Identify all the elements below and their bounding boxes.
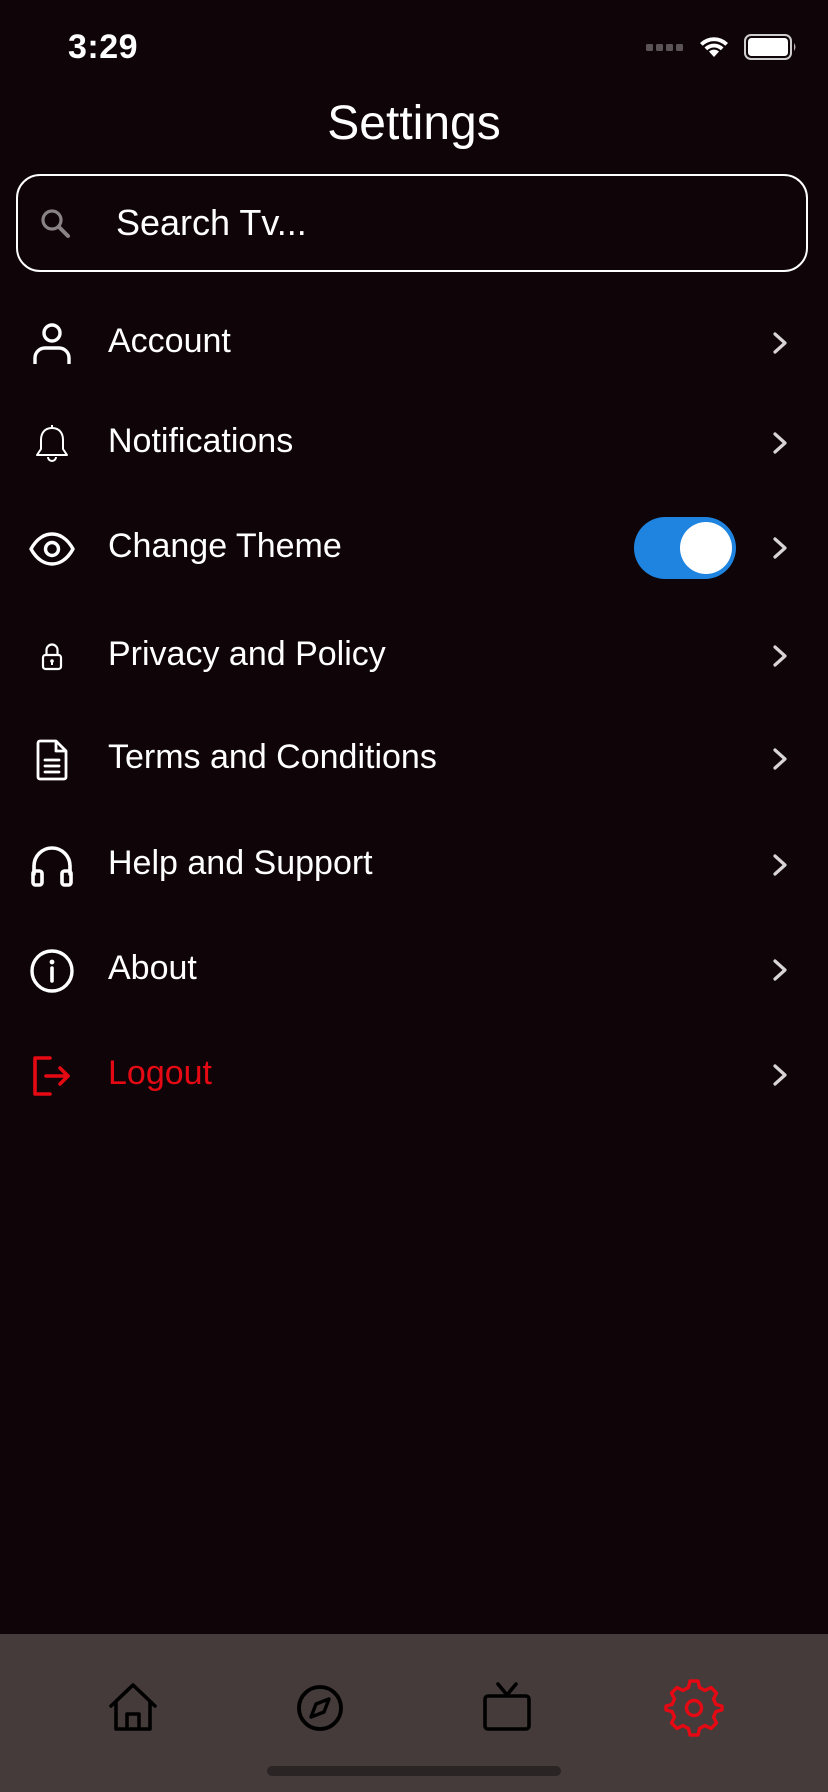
- chevron-right-icon: [773, 854, 787, 876]
- home-icon[interactable]: [103, 1678, 163, 1738]
- info-icon: [30, 949, 74, 993]
- settings-item-help-support[interactable]: Help and Support: [0, 814, 828, 914]
- settings-item-label: Change Theme: [108, 527, 342, 565]
- cellular-signal-icon: [646, 44, 683, 51]
- document-icon: [36, 739, 68, 781]
- gear-icon[interactable]: [664, 1678, 724, 1738]
- lock-icon: [41, 643, 63, 671]
- settings-item-notifications[interactable]: Notifications: [0, 392, 828, 492]
- bell-icon: [36, 425, 68, 462]
- chevron-right-icon: [773, 432, 787, 454]
- page-title: Settings: [327, 97, 501, 150]
- search-box[interactable]: [16, 174, 808, 272]
- chevron-right-icon: [773, 959, 787, 981]
- status-time: 3:29: [68, 28, 139, 66]
- chevron-right-icon: [773, 1064, 787, 1086]
- settings-item-label: Help and Support: [108, 844, 373, 882]
- settings-item-logout[interactable]: Logout: [0, 1024, 828, 1124]
- search-input[interactable]: [98, 190, 796, 256]
- status-icons: [646, 34, 798, 60]
- settings-item-label: Account: [108, 322, 231, 360]
- status-bar: 3:29: [0, 0, 828, 96]
- settings-item-label: Logout: [108, 1054, 212, 1092]
- logout-icon: [33, 1056, 70, 1096]
- search-icon: [41, 209, 70, 238]
- toggle-knob: [680, 522, 732, 574]
- battery-icon: [744, 34, 796, 60]
- home-indicator: [267, 1766, 561, 1776]
- headphones-icon: [31, 846, 73, 887]
- compass-icon[interactable]: [290, 1678, 350, 1738]
- eye-icon: [29, 532, 75, 566]
- settings-item-privacy-policy[interactable]: Privacy and Policy: [0, 605, 828, 705]
- user-icon: [33, 323, 71, 364]
- settings-item-label: About: [108, 949, 197, 987]
- settings-item-label: Privacy and Policy: [108, 635, 386, 673]
- settings-item-about[interactable]: About: [0, 919, 828, 1019]
- wifi-icon: [700, 37, 728, 57]
- settings-item-label: Notifications: [108, 422, 294, 460]
- chevron-right-icon: [773, 748, 787, 770]
- chevron-right-icon: [773, 645, 787, 667]
- settings-item-label: Terms and Conditions: [108, 738, 437, 776]
- theme-toggle[interactable]: [634, 517, 736, 579]
- settings-item-terms-conditions[interactable]: Terms and Conditions: [0, 708, 828, 808]
- settings-item-account[interactable]: Account: [0, 292, 828, 392]
- settings-item-change-theme[interactable]: Change Theme: [0, 497, 828, 597]
- chevron-right-icon: [773, 537, 787, 559]
- tv-icon[interactable]: [477, 1678, 537, 1738]
- chevron-right-icon: [773, 332, 787, 354]
